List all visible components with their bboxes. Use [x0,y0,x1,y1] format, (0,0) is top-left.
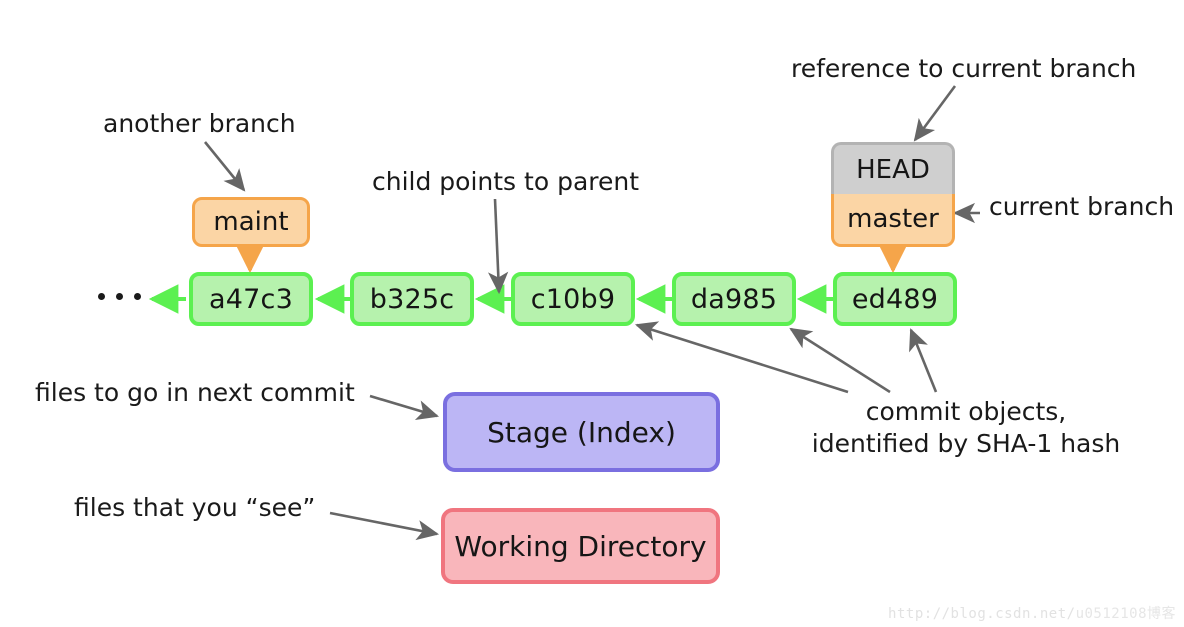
branch-label: maint [213,207,289,237]
branch-node-master[interactable]: master [831,194,955,247]
caption-another-branch: another branch [103,109,296,138]
caption-current-branch: current branch [989,192,1175,221]
ellipsis-dot [134,293,141,300]
caption-commit-objects: commit objects, identified by SHA-1 hash [806,396,1126,460]
earlier-commits-ellipsis [98,293,141,300]
head-node[interactable]: HEAD [831,142,955,194]
watermark-url: http://blog.csdn.net/ [888,606,1076,622]
caption-commit-objects-line2: identified by SHA-1 hash [811,429,1121,458]
git-diagram: a47c3 b325c c10b9 da985 ed489 maint HEAD… [0,0,1184,627]
caption-commit-objects-line1: commit objects, [865,397,1067,426]
caption-files-next-commit: files to go in next commit [35,378,355,407]
caption-reference-to-current-branch: reference to current branch [791,54,1137,83]
caption-files-you-see: files that you “see” [74,493,316,522]
caption-child-points-to-parent: child points to parent [372,167,640,196]
commit-label: b325c [369,283,455,315]
commit-node-b325c[interactable]: b325c [350,272,474,326]
branch-label: master [847,204,939,234]
watermark-overlap: u0512108博客 [1075,606,1176,622]
watermark: http://blog.csdn.net/u0512108博客 [888,603,1176,623]
commit-node-da985[interactable]: da985 [672,272,796,326]
commit-label: c10b9 [530,283,616,315]
commit-label: da985 [690,283,778,315]
branch-node-maint[interactable]: maint [192,197,310,247]
commit-node-a47c3[interactable]: a47c3 [189,272,313,326]
working-directory-box[interactable]: Working Directory [441,508,720,584]
ellipsis-dot [98,293,105,300]
stage-index-box[interactable]: Stage (Index) [443,392,720,472]
commit-node-ed489[interactable]: ed489 [833,272,957,326]
head-label: HEAD [856,154,930,185]
branch-pointer-arrows [235,243,908,274]
commit-node-c10b9[interactable]: c10b9 [511,272,635,326]
ellipsis-dot [116,293,123,300]
stage-index-label: Stage (Index) [487,415,676,449]
working-directory-label: Working Directory [454,529,707,563]
commit-label: ed489 [851,283,939,315]
commit-label: a47c3 [209,283,293,315]
